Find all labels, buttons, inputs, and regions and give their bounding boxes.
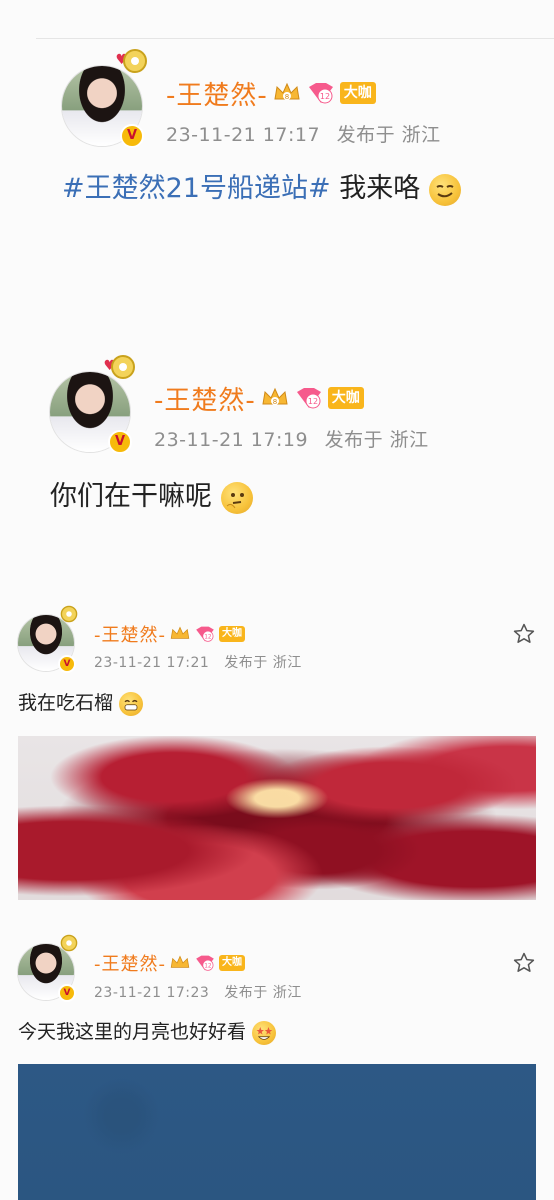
crown-decoration-icon [60, 605, 78, 623]
vip-crown-icon: 8 [274, 82, 300, 101]
thinking-emoji-icon [220, 481, 253, 514]
avatar[interactable]: ♥ V [50, 355, 135, 454]
post-text: 你们在干嘛呢 [50, 481, 212, 512]
dakai-badge: 大咖 [219, 955, 245, 971]
avatar[interactable]: V [18, 605, 78, 673]
post-timestamp: 23-11-21 17:21 [94, 655, 210, 671]
dakai-badge: 大咖 [327, 387, 364, 409]
fan-level-icon: 12 [196, 955, 214, 971]
avatar[interactable]: V [18, 934, 78, 1002]
post-location: 发布于 浙江 [324, 429, 429, 451]
vip-crown-icon [170, 626, 190, 639]
favorite-star-icon[interactable] [512, 622, 536, 646]
avatar[interactable]: ♥ V [62, 49, 147, 148]
top-divider [36, 38, 554, 39]
crown-decoration-icon [60, 934, 78, 952]
crown-decoration-icon [123, 49, 147, 73]
svg-text:12: 12 [308, 397, 318, 406]
verified-badge-icon: V [108, 430, 132, 454]
crown-decoration-icon [111, 355, 135, 379]
topic-link[interactable]: #王楚然21号船递站# [62, 173, 331, 204]
username[interactable]: -王楚然- [94, 621, 166, 647]
vip-crown-icon: 8 [262, 387, 288, 406]
fan-level-icon: 12 [296, 388, 321, 409]
username[interactable]: -王楚然- [166, 75, 268, 112]
post-text: 今天我这里的月亮也好好看 [18, 1021, 247, 1043]
post-timestamp: 23-11-21 17:23 [94, 985, 210, 1001]
grin-emoji-icon [119, 691, 144, 716]
post-location: 发布于 浙江 [336, 124, 441, 146]
dakai-badge: 大咖 [339, 82, 376, 104]
post-text: 我来咯 [330, 173, 421, 204]
fan-level-icon: 12 [196, 626, 214, 642]
favorite-star-icon[interactable] [512, 951, 536, 975]
svg-text:8: 8 [285, 93, 289, 101]
post-location: 发布于 浙江 [224, 655, 302, 671]
svg-text:12: 12 [204, 963, 212, 969]
post-text: 我在吃石榴 [18, 692, 114, 714]
post-location: 发布于 浙江 [224, 985, 302, 1001]
pomegranate-photo[interactable] [18, 736, 536, 900]
username[interactable]: -王楚然- [94, 950, 166, 976]
svg-text:8: 8 [273, 398, 277, 406]
verified-badge-icon: V [58, 984, 76, 1002]
smirk-emoji-icon [428, 173, 461, 206]
username[interactable]: -王楚然- [154, 380, 256, 417]
vip-crown-icon [170, 955, 190, 968]
fan-level-icon: 12 [308, 83, 333, 104]
svg-text:12: 12 [204, 634, 212, 640]
post-timestamp: 23-11-21 17:17 [166, 124, 321, 146]
svg-text:12: 12 [320, 92, 330, 101]
night-sky-photo[interactable] [18, 1064, 536, 1200]
verified-badge-icon: V [58, 655, 76, 673]
verified-badge-icon: V [120, 124, 144, 148]
post-timestamp: 23-11-21 17:19 [154, 429, 309, 451]
star-struck-emoji-icon [252, 1020, 277, 1045]
dakai-badge: 大咖 [219, 626, 245, 642]
